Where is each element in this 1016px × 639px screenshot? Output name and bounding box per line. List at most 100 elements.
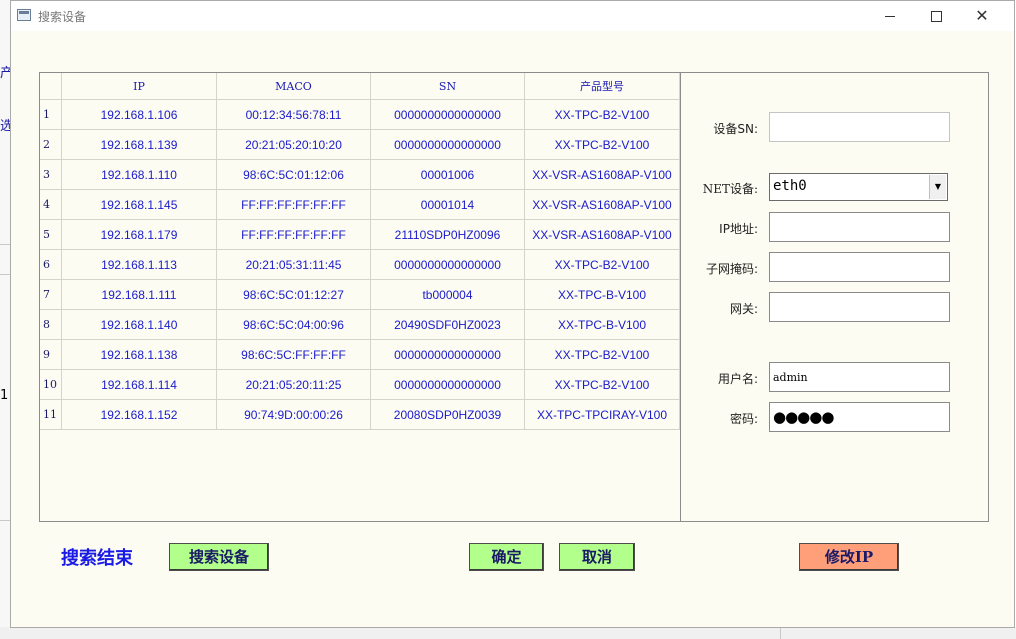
background-divider	[0, 274, 10, 275]
subnet-mask-label: 子网掩码:	[705, 262, 758, 276]
table-row[interactable]: 5 192.168.1.179 FF:FF:FF:FF:FF:FF 21110SDP0…	[40, 219, 680, 250]
subnet-mask-field[interactable]	[769, 252, 950, 282]
ip-address-field[interactable]	[769, 212, 950, 242]
net-device-select[interactable]: eth0 ▼	[769, 173, 948, 201]
row-number: 8	[40, 309, 62, 340]
gateway-label: 网关:	[729, 302, 758, 316]
table-row[interactable]: 8 192.168.1.140 98:6C:5C:04:00:96 20490SDF0…	[40, 309, 680, 340]
ip-cell: 192.168.1.152	[61, 399, 217, 430]
sn-cell: 20080SDP0HZ0039	[370, 399, 525, 430]
net-device-value: eth0	[773, 178, 807, 194]
sn-cell: 0000000000000000	[370, 369, 525, 400]
minimize-icon	[885, 15, 895, 17]
column-header-sn[interactable]: SN	[370, 73, 525, 100]
username-field[interactable]	[769, 362, 950, 392]
search-status-text: 搜索结束	[61, 548, 133, 569]
row-number: 3	[40, 159, 62, 190]
column-header-model[interactable]: 产品型号	[524, 73, 680, 100]
mac-cell: 00:12:34:56:78:11	[216, 99, 371, 130]
mac-cell: 20:21:05:20:11:25	[216, 369, 371, 400]
sn-cell: tb000004	[370, 279, 525, 310]
row-number: 6	[40, 249, 62, 280]
row-number-header	[40, 73, 62, 100]
mac-cell: 98:6C:5C:04:00:96	[216, 309, 371, 340]
modify-ip-button[interactable]: 修改IP	[799, 543, 899, 571]
device-sn-label: 设备SN:	[713, 122, 758, 136]
model-cell: XX-TPC-B2-V100	[524, 249, 680, 280]
device-table-area: IP MACO SN 产品型号 1 192.168.1.106 00:12:34:5…	[40, 73, 681, 521]
title-bar[interactable]: 搜索设备 ✕	[11, 1, 1014, 31]
ip-cell: 192.168.1.140	[61, 309, 217, 340]
row-number: 1	[40, 99, 62, 130]
model-cell: XX-VSR-AS1608AP-V100	[524, 219, 680, 250]
ip-cell: 192.168.1.111	[61, 279, 217, 310]
table-row[interactable]: 4 192.168.1.145 FF:FF:FF:FF:FF:FF 00001014 X…	[40, 189, 680, 220]
search-device-button[interactable]: 搜索设备	[169, 543, 269, 571]
model-cell: XX-TPC-B2-V100	[524, 339, 680, 370]
model-cell: XX-VSR-AS1608AP-V100	[524, 159, 680, 190]
mac-cell: 98:6C:5C:FF:FF:FF	[216, 339, 371, 370]
ip-cell: 192.168.1.145	[61, 189, 217, 220]
window-app-icon	[17, 9, 31, 21]
device-sn-field[interactable]	[769, 112, 950, 142]
row-number: 2	[40, 129, 62, 160]
table-row[interactable]: 2 192.168.1.139 20:21:05:20:10:20 000000000…	[40, 129, 680, 160]
ip-cell: 192.168.1.114	[61, 369, 217, 400]
table-row[interactable]: 6 192.168.1.113 20:21:05:31:11:45 000000000…	[40, 249, 680, 280]
maximize-icon	[930, 10, 942, 22]
ip-cell: 192.168.1.113	[61, 249, 217, 280]
ip-config-form: 设备SN: NET设备: eth0 ▼ IP地址: 子网掩码: 网关: 用户名:…	[680, 73, 988, 521]
row-number: 5	[40, 219, 62, 250]
column-header-ip[interactable]: IP	[61, 73, 217, 100]
mac-cell: 90:74:9D:00:00:26	[216, 399, 371, 430]
gateway-field[interactable]	[769, 292, 950, 322]
cancel-button[interactable]: 取消	[559, 543, 635, 571]
maximize-button[interactable]	[913, 1, 959, 31]
table-row[interactable]: 11 192.168.1.152 90:74:9D:00:00:26 20080SDP…	[40, 399, 680, 430]
main-panel: IP MACO SN 产品型号 1 192.168.1.106 00:12:34:5…	[39, 72, 989, 522]
background-app-bottom	[0, 627, 1016, 639]
background-app-strip	[0, 0, 10, 639]
sn-cell: 00001014	[370, 189, 525, 220]
net-device-label: NET设备:	[702, 182, 758, 196]
table-row[interactable]: 10 192.168.1.114 20:21:05:20:11:25 00000000…	[40, 369, 680, 400]
table-row[interactable]: 7 192.168.1.111 98:6C:5C:01:12:27 tb000004 X…	[40, 279, 680, 310]
password-field[interactable]	[769, 402, 950, 432]
table-row[interactable]: 9 192.168.1.138 98:6C:5C:FF:FF:FF 000000000…	[40, 339, 680, 370]
sn-cell: 0000000000000000	[370, 99, 525, 130]
device-table-body: 1 192.168.1.106 00:12:34:56:78:11 000000000…	[40, 99, 680, 430]
search-device-dialog: 搜索设备 ✕ IP MACO SN 产品型号 1 192.168.1.106 00:…	[10, 0, 1015, 628]
model-cell: XX-TPC-B-V100	[524, 279, 680, 310]
background-divider	[0, 520, 10, 521]
model-cell: XX-TPC-B-V100	[524, 309, 680, 340]
ip-address-label: IP地址:	[719, 222, 758, 236]
ok-button[interactable]: 确定	[469, 543, 544, 571]
sn-cell: 0000000000000000	[370, 129, 525, 160]
sn-cell: 0000000000000000	[370, 339, 525, 370]
column-header-mac[interactable]: MACO	[216, 73, 371, 100]
ip-cell: 192.168.1.179	[61, 219, 217, 250]
mac-cell: 98:6C:5C:01:12:27	[216, 279, 371, 310]
minimize-button[interactable]	[867, 1, 913, 31]
device-table: IP MACO SN 产品型号 1 192.168.1.106 00:12:34:5…	[40, 73, 680, 430]
sn-cell: 00001006	[370, 159, 525, 190]
window-title: 搜索设备	[38, 10, 87, 24]
table-row[interactable]: 1 192.168.1.106 00:12:34:56:78:11 000000000…	[40, 99, 680, 130]
background-app-glyph: 1	[0, 388, 9, 403]
model-cell: XX-TPC-B2-V100	[524, 369, 680, 400]
mac-cell: 20:21:05:20:10:20	[216, 129, 371, 160]
mac-cell: FF:FF:FF:FF:FF:FF	[216, 189, 371, 220]
row-number: 7	[40, 279, 62, 310]
table-row[interactable]: 3 192.168.1.110 98:6C:5C:01:12:06 00001006 X…	[40, 159, 680, 190]
row-number: 11	[40, 399, 62, 430]
background-divider	[780, 627, 781, 639]
dropdown-arrow-icon[interactable]: ▼	[929, 175, 946, 199]
username-label: 用户名:	[717, 372, 758, 386]
close-button[interactable]: ✕	[959, 1, 1005, 31]
row-number: 4	[40, 189, 62, 220]
ip-cell: 192.168.1.139	[61, 129, 217, 160]
row-number: 9	[40, 339, 62, 370]
mac-cell: 98:6C:5C:01:12:06	[216, 159, 371, 190]
table-header-row: IP MACO SN 产品型号	[40, 73, 680, 100]
sn-cell: 20490SDF0HZ0023	[370, 309, 525, 340]
